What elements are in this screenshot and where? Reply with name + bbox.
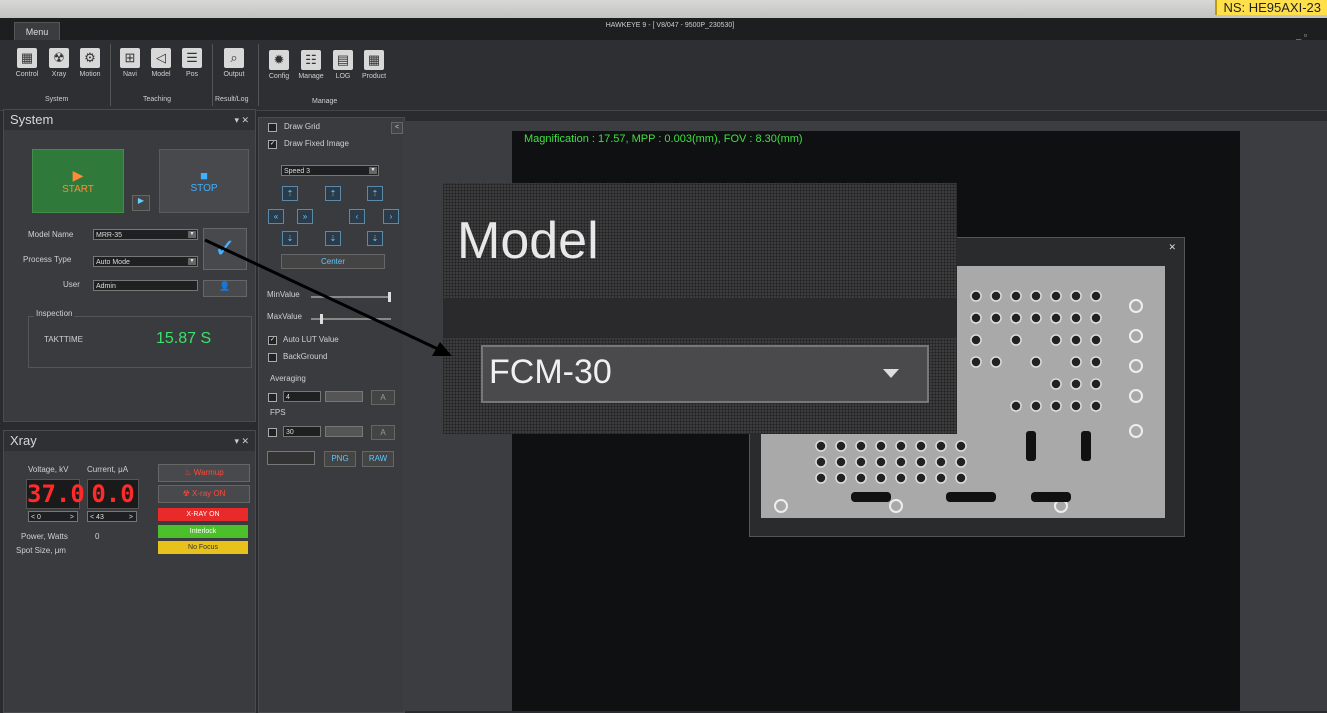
annotation-arrow xyxy=(204,238,452,356)
arrow-line xyxy=(204,238,441,352)
